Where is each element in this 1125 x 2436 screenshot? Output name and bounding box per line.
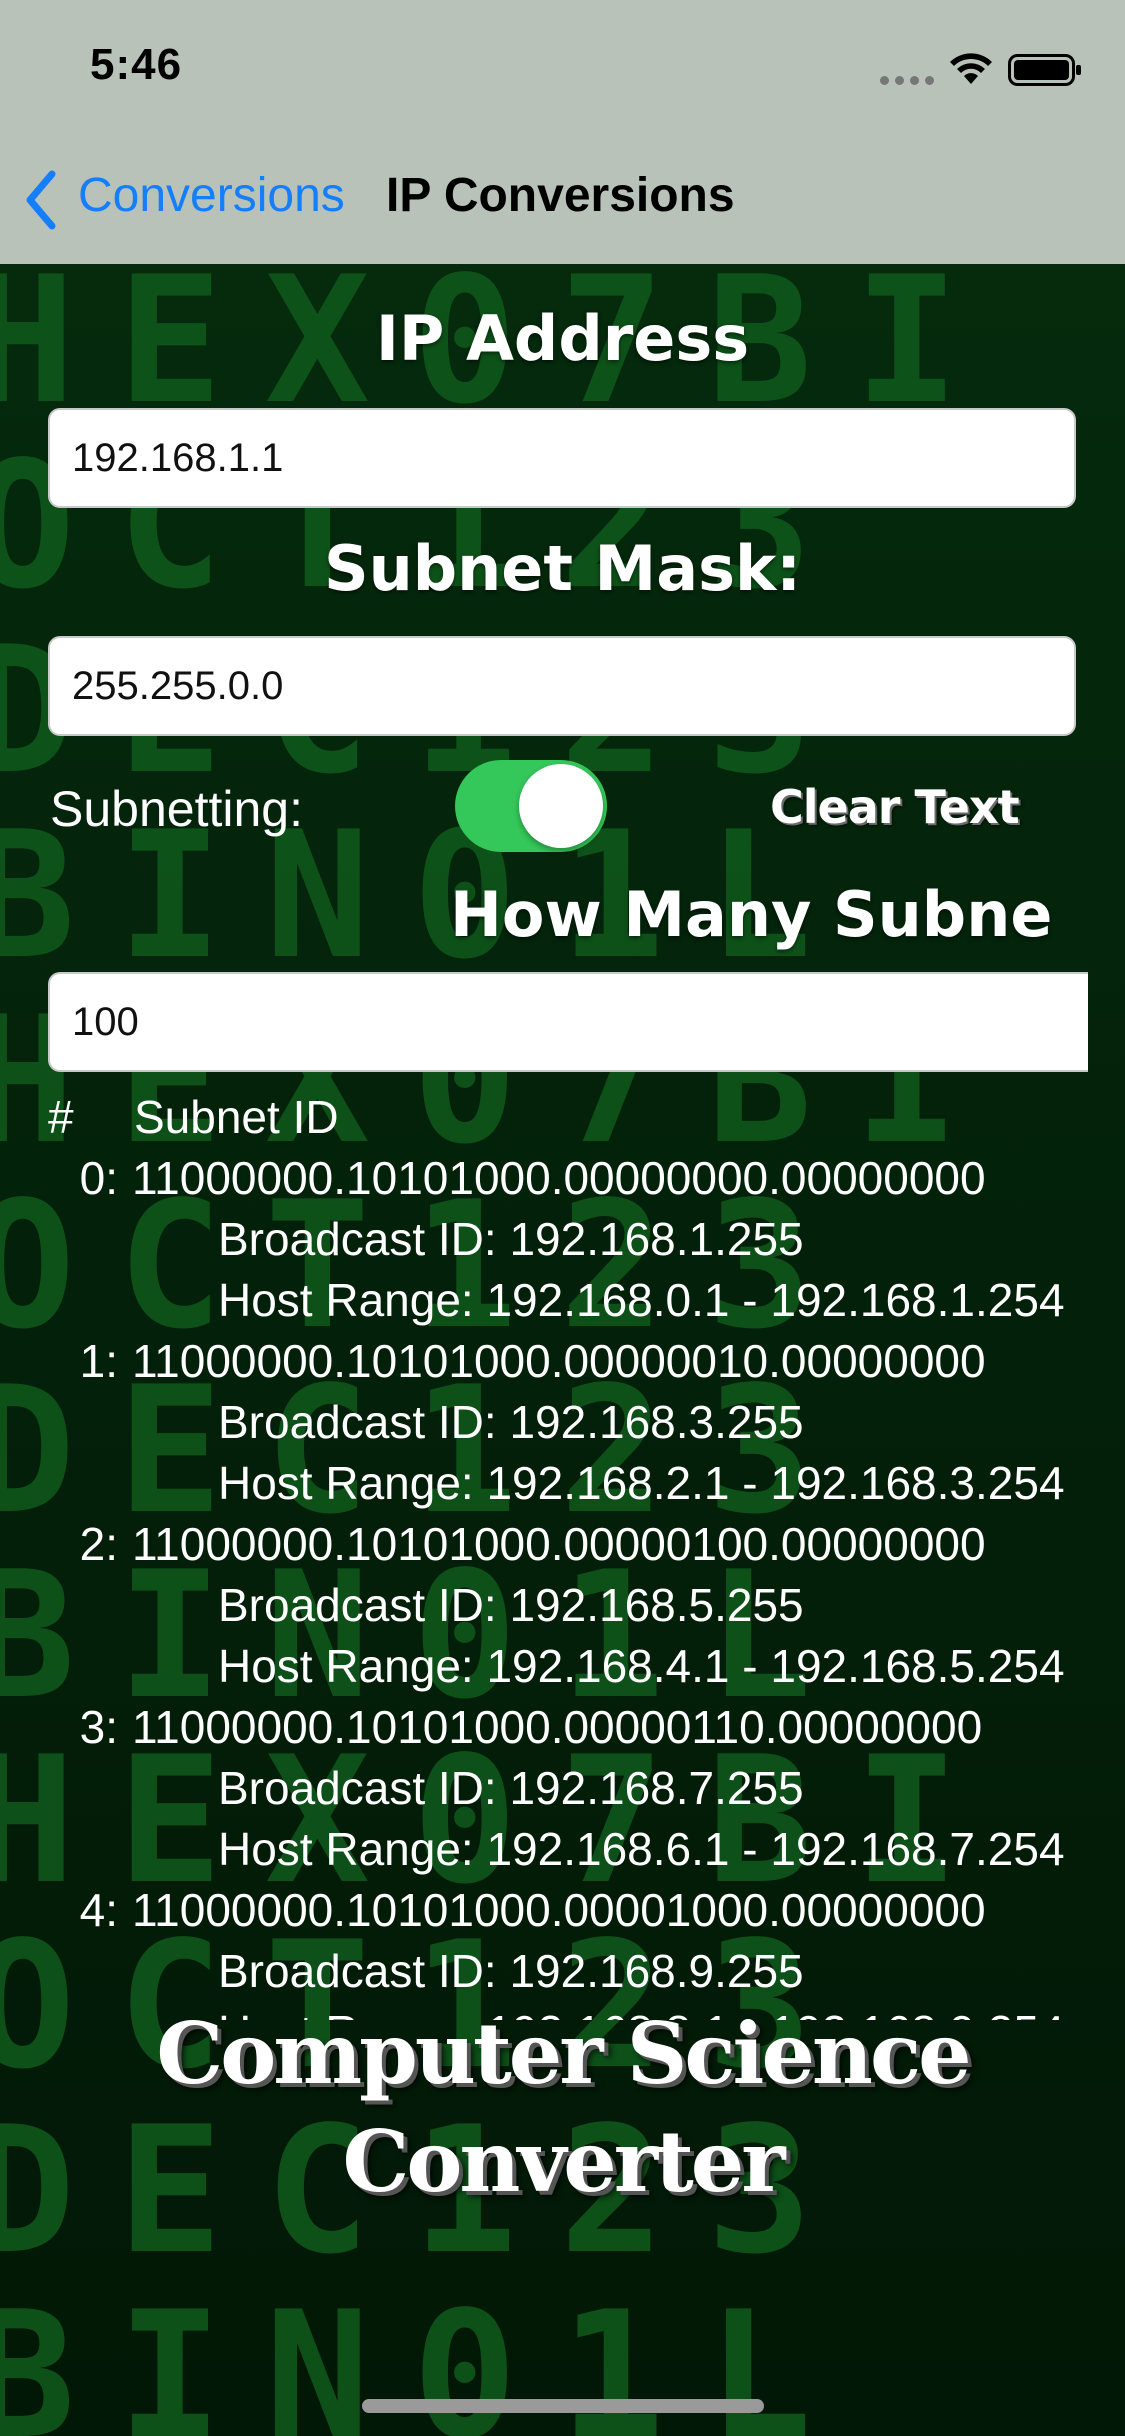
brand-line-2: Converter — [342, 2112, 786, 2211]
subnet-mask-field[interactable] — [48, 636, 1076, 736]
brand-line-1: Computer Science — [156, 2004, 971, 2103]
subnet-count-input[interactable] — [72, 999, 1066, 1045]
battery-icon — [1008, 54, 1081, 86]
ip-address-label: IP Address — [375, 302, 750, 375]
subnet-binary: 11000000.10101000.00000000.00000000 — [132, 1152, 986, 1204]
subnetting-label: Subnetting: — [50, 781, 303, 837]
host-range: Host Range: 192.168.0.1 - 192.168.1.254 — [218, 1274, 1065, 1326]
host-range-row: Host Range: 192.168.2.1 - 192.168.3.254 — [0, 1456, 1078, 1517]
host-range: Host Range: 192.168.2.1 - 192.168.3.254 — [218, 1457, 1065, 1509]
back-button[interactable]: Conversions — [78, 168, 345, 223]
ip-address-field[interactable] — [48, 408, 1076, 508]
subnet-row: 2: 11000000.10101000.00000100.00000000 — [0, 1517, 1078, 1578]
subnet-index: 2: — [79, 1518, 118, 1570]
wifi-icon — [950, 53, 992, 84]
broadcast-id: Broadcast ID: 192.168.3.255 — [218, 1396, 804, 1448]
clear-text-button[interactable]: Clear Text — [770, 780, 1020, 834]
how-many-subnets-label-container: How Many Subne — [450, 878, 1075, 958]
host-range: Host Range: 192.168.4.1 - 192.168.5.254 — [218, 1640, 1065, 1692]
broadcast-row: Broadcast ID: 192.168.3.255 — [0, 1395, 1078, 1456]
subnet-index: 3: — [79, 1701, 118, 1753]
broadcast-id: Broadcast ID: 192.168.5.255 — [218, 1579, 804, 1631]
how-many-subnets-label: How Many Subne — [450, 878, 1053, 951]
column-subnet-id: Subnet ID — [134, 1091, 339, 1143]
broadcast-id: Broadcast ID: 192.168.9.255 — [218, 1945, 804, 1997]
background-glyphs: BIN01L — [0, 2275, 855, 2436]
host-range-row: Host Range: 192.168.6.1 - 192.168.7.254 — [0, 1822, 1078, 1883]
subnet-index: 1: — [79, 1335, 118, 1387]
subnet-count-field[interactable] — [48, 972, 1088, 1072]
subnet-mask-input[interactable] — [72, 663, 1052, 709]
host-range-row: Host Range: 192.168.0.1 - 192.168.1.254 — [0, 1273, 1078, 1334]
subnet-binary: 11000000.10101000.00000100.00000000 — [132, 1518, 986, 1570]
subnet-row: 3: 11000000.10101000.00000110.00000000 — [0, 1700, 1078, 1761]
app-brand-logo: Computer Science Converter — [0, 2000, 1125, 2216]
host-range: Host Range: 192.168.6.1 - 192.168.7.254 — [218, 1823, 1065, 1875]
subnet-binary: 11000000.10101000.00000010.00000000 — [132, 1335, 986, 1387]
subnet-binary: 11000000.10101000.00001000.00000000 — [132, 1884, 986, 1936]
host-range-row: Host Range: 192.168.4.1 - 192.168.5.254 — [0, 1639, 1078, 1700]
subnet-row: 1: 11000000.10101000.00000010.00000000 — [0, 1334, 1078, 1395]
chevron-left-icon[interactable] — [22, 168, 62, 232]
broadcast-id: Broadcast ID: 192.168.7.255 — [218, 1762, 804, 1814]
subnet-row: 4: 11000000.10101000.00001000.00000000 — [0, 1883, 1078, 1944]
subnet-index: 0: — [79, 1152, 118, 1204]
subnet-index: 4: — [79, 1884, 118, 1936]
home-indicator[interactable] — [362, 2399, 764, 2413]
toggle-knob — [519, 764, 603, 848]
subnet-binary: 11000000.10101000.00000110.00000000 — [132, 1701, 983, 1753]
page-title: IP Conversions — [386, 169, 735, 222]
navigation-bar: 5:46 Conversions IP Conversions — [0, 0, 1125, 264]
broadcast-row: Broadcast ID: 192.168.1.255 — [0, 1212, 1078, 1273]
subnet-row: 0: 11000000.10101000.00000000.00000000 — [0, 1151, 1078, 1212]
subnetting-toggle[interactable] — [455, 760, 607, 852]
broadcast-id: Broadcast ID: 192.168.1.255 — [218, 1213, 804, 1265]
broadcast-row: Broadcast ID: 192.168.7.255 — [0, 1761, 1078, 1822]
ip-address-input[interactable] — [72, 435, 1052, 481]
broadcast-row: Broadcast ID: 192.168.9.255 — [0, 1944, 1078, 2005]
cellular-signal-icon — [880, 76, 934, 85]
status-time: 5:46 — [90, 40, 183, 89]
results-header: # Subnet ID — [0, 1090, 1078, 1160]
subnet-mask-label: Subnet Mask: — [323, 532, 802, 605]
broadcast-row: Broadcast ID: 192.168.5.255 — [0, 1578, 1078, 1639]
subnet-results-list[interactable]: # Subnet ID 0: 11000000.10101000.0000000… — [0, 1090, 1078, 2020]
column-hash: # — [48, 1091, 74, 1143]
